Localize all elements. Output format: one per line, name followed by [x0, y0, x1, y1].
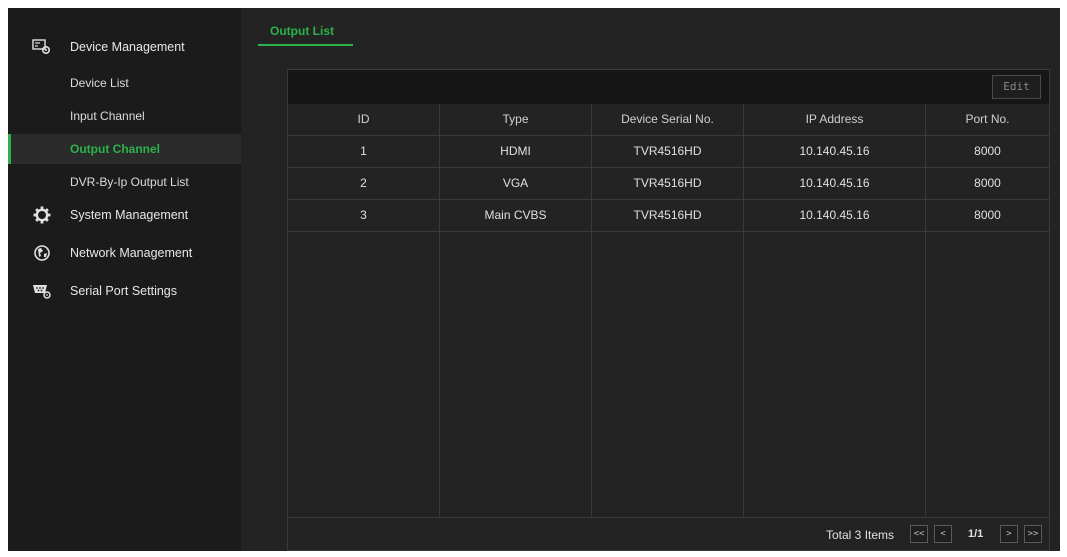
sidebar-item-output-channel[interactable]: Output Channel [8, 134, 241, 164]
cell-id: 2 [360, 176, 367, 190]
page-indicator: 1/1 [968, 528, 984, 540]
tab-active-indicator [258, 44, 353, 46]
table-row[interactable]: 1 HDMI TVR4516HD 10.140.45.16 8000 [288, 136, 1049, 168]
toolbar: Edit [288, 70, 1049, 104]
output-table: ID Type Device Serial No. IP Address Por… [288, 104, 1049, 517]
sidebar-item-device-list[interactable]: Device List [8, 68, 241, 98]
sidebar-group-label: Device Management [70, 40, 185, 54]
sidebar-group-serial-port-settings[interactable]: Serial Port Settings [8, 276, 241, 306]
cell-port: 8000 [974, 144, 1001, 158]
table-row[interactable]: 3 Main CVBS TVR4516HD 10.140.45.16 8000 [288, 200, 1049, 232]
sidebar-item-label: Device List [70, 76, 129, 90]
cell-port: 8000 [974, 208, 1001, 222]
pagination-bar: Total 3 Items << < 1/1 > >> [288, 517, 1049, 550]
cell-type: VGA [502, 176, 529, 190]
column-header-serial[interactable]: Device Serial No. [592, 104, 743, 135]
cell-type: Main CVBS [484, 208, 547, 222]
column-header-port[interactable]: Port No. [926, 104, 1049, 135]
sidebar-item-label: Input Channel [70, 109, 145, 123]
cell-serial: TVR4516HD [633, 176, 702, 190]
sidebar-item-label: Output Channel [70, 142, 160, 156]
sidebar-group-label: System Management [70, 208, 189, 222]
cell-serial: TVR4516HD [633, 144, 702, 158]
sidebar-group-label: Network Management [70, 246, 193, 260]
sidebar-group-label: Serial Port Settings [70, 284, 177, 298]
cell-ip: 10.140.45.16 [799, 176, 870, 190]
device-management-icon [32, 38, 52, 56]
output-list-panel: Edit ID Type Device Serial No. IP Addres… [287, 69, 1050, 551]
cell-type: HDMI [500, 144, 531, 158]
first-page-button[interactable]: << [910, 525, 928, 543]
serial-port-icon [32, 282, 52, 300]
sidebar-group-network-management[interactable]: Network Management [8, 238, 241, 268]
app-window: Device Management Device List Input Chan… [8, 8, 1060, 551]
cell-serial: TVR4516HD [633, 208, 702, 222]
globe-icon [32, 244, 52, 262]
cell-ip: 10.140.45.16 [799, 144, 870, 158]
sidebar-group-device-management[interactable]: Device Management [8, 32, 241, 62]
gear-icon [32, 206, 52, 224]
cell-port: 8000 [974, 176, 1001, 190]
column-header-ip[interactable]: IP Address [744, 104, 925, 135]
total-items-label: Total 3 Items [826, 528, 895, 542]
column-header-id[interactable]: ID [288, 104, 439, 135]
sidebar-item-input-channel[interactable]: Input Channel [8, 101, 241, 131]
cell-id: 3 [360, 208, 367, 222]
sidebar-item-dvr-by-ip-output-list[interactable]: DVR-By-Ip Output List [8, 167, 241, 197]
sidebar-item-label: DVR-By-Ip Output List [70, 175, 189, 189]
cell-ip: 10.140.45.16 [799, 208, 870, 222]
table-row[interactable]: 2 VGA TVR4516HD 10.140.45.16 8000 [288, 168, 1049, 200]
column-header-type[interactable]: Type [440, 104, 591, 135]
last-page-button[interactable]: >> [1024, 525, 1042, 543]
next-page-button[interactable]: > [1000, 525, 1018, 543]
tab-output-list[interactable]: Output List [258, 20, 353, 46]
cell-id: 1 [360, 144, 367, 158]
sidebar-group-system-management[interactable]: System Management [8, 200, 241, 230]
prev-page-button[interactable]: < [934, 525, 952, 543]
tab-label: Output List [270, 24, 334, 38]
edit-button[interactable]: Edit [992, 75, 1041, 99]
table-header-row: ID Type Device Serial No. IP Address Por… [288, 104, 1049, 136]
sidebar: Device Management Device List Input Chan… [8, 8, 241, 551]
